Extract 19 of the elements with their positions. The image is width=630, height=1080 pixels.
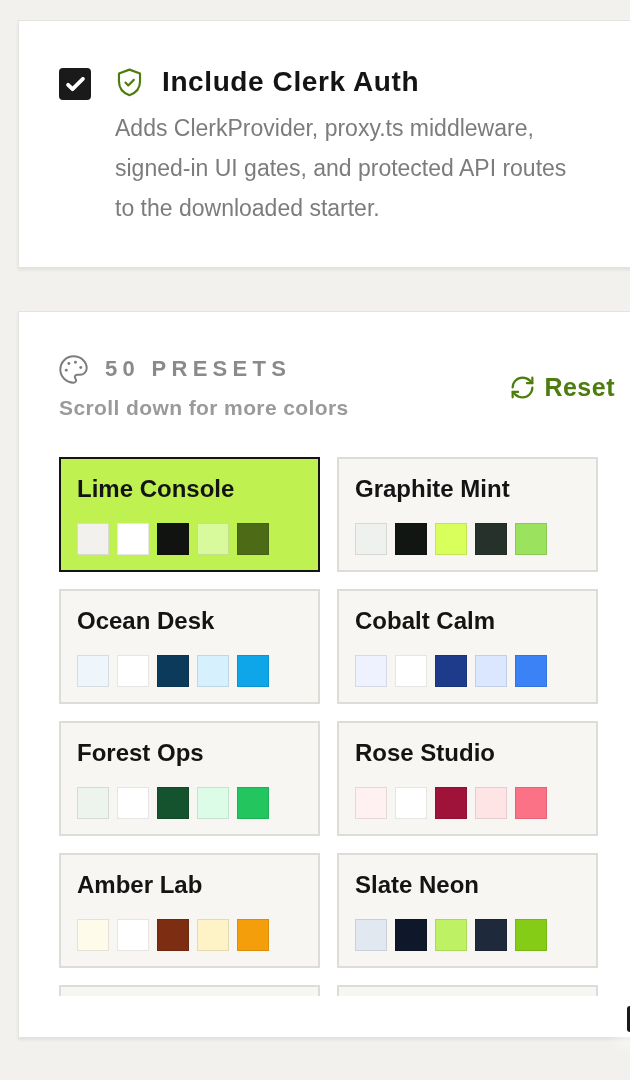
floating-button[interactable] (627, 1006, 630, 1032)
preset-tile[interactable]: Forest Ops (59, 721, 320, 836)
presets-heading: 50 PRESETS (105, 356, 292, 382)
preset-tile[interactable]: Cobalt Calm (337, 589, 598, 704)
refresh-icon (511, 375, 535, 399)
option-title: Include Clerk Auth (162, 67, 420, 97)
preset-tile[interactable]: Rose Studio (337, 721, 598, 836)
checkbox[interactable] (59, 68, 91, 100)
preset-tile[interactable]: Amber Lab (59, 853, 320, 968)
shield-check-icon (117, 67, 142, 97)
palette-icon (59, 354, 88, 384)
preset-tile[interactable]: Lime Console (59, 457, 320, 572)
scroll-hint: Scroll down for more colors (59, 396, 349, 420)
checkmark-icon (65, 76, 85, 92)
preset-tile[interactable]: Slate Neon (337, 853, 598, 968)
option-description: Adds ClerkProvider, proxy.ts middleware, signed-in UI gates, and protected API routes to the downloaded starter. (115, 114, 568, 223)
reset-button[interactable]: Reset (511, 372, 615, 402)
preset-tile[interactable]: Graphite Mint (337, 457, 598, 572)
preset-tile[interactable]: Ocean Desk (59, 589, 320, 704)
